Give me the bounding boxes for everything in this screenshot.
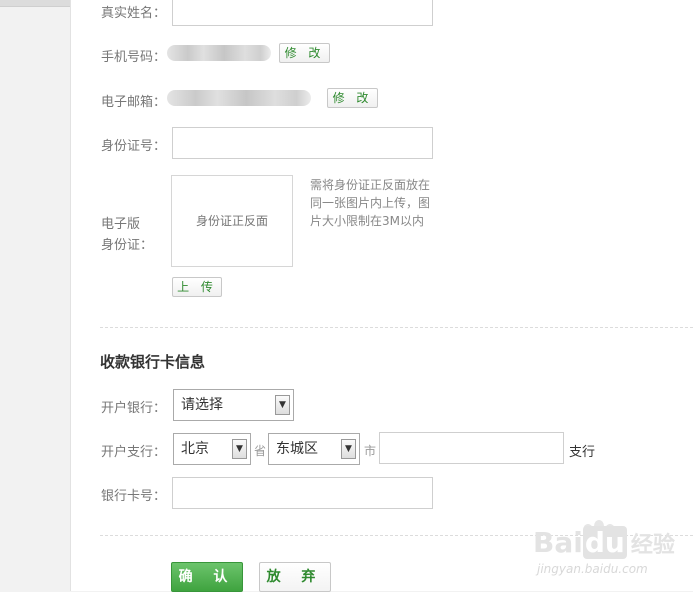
email-value-masked: [167, 90, 311, 106]
chevron-down-icon[interactable]: ▼: [275, 395, 290, 415]
chevron-down-icon[interactable]: ▼: [341, 439, 356, 459]
province-suffix: 省: [254, 444, 267, 458]
baidu-watermark: Baidu 经验 jingyan.baidu.com: [533, 516, 693, 591]
id-number-input[interactable]: [172, 127, 433, 159]
card-number-label: 银行卡号：: [101, 489, 167, 504]
eid-label-line2: 身份证：: [101, 238, 154, 253]
phone-modify-button[interactable]: 修 改: [279, 43, 330, 63]
id-number-label: 身份证号：: [101, 139, 167, 154]
bank-select-value: 请选择: [181, 397, 223, 413]
cancel-button[interactable]: 放 弃: [259, 562, 331, 592]
section-divider: [100, 327, 693, 328]
phone-value-masked: [167, 45, 271, 61]
watermark-brand-b: du: [582, 526, 627, 559]
province-select[interactable]: 北京 ▼: [173, 433, 251, 465]
branch-label: 开户支行：: [101, 445, 167, 460]
chevron-down-icon[interactable]: ▼: [232, 439, 247, 459]
real-name-label: 真实姓名：: [101, 6, 167, 21]
branch-suffix: 支行: [569, 445, 596, 460]
eid-upload-note: 需将身份证正反面放在同一张图片内上传，图片大小限制在3M以内: [310, 178, 431, 228]
upload-button[interactable]: 上 传: [172, 277, 222, 297]
confirm-button[interactable]: 确 认: [171, 562, 243, 592]
bank-section-title: 收款银行卡信息: [100, 353, 206, 371]
card-number-input[interactable]: [172, 477, 433, 509]
branch-input[interactable]: [379, 432, 564, 464]
eid-image-placeholder[interactable]: 身份证正反面: [171, 175, 293, 267]
watermark-brand: Baidu 经验: [533, 526, 675, 559]
email-label: 电子邮箱：: [101, 95, 167, 110]
city-select[interactable]: 东城区 ▼: [268, 433, 360, 465]
city-select-value: 东城区: [276, 441, 318, 457]
phone-label: 手机号码：: [101, 50, 167, 65]
bank-select[interactable]: 请选择 ▼: [173, 389, 294, 421]
watermark-url: jingyan.baidu.com: [537, 562, 648, 576]
bank-label: 开户银行：: [101, 401, 167, 416]
eid-label-line1: 电子版: [101, 217, 141, 232]
province-select-value: 北京: [181, 441, 209, 457]
real-name-input[interactable]: [172, 0, 433, 26]
watermark-brand-c: 经验: [630, 533, 675, 558]
email-modify-button[interactable]: 修 改: [327, 88, 378, 108]
watermark-brand-a: Bai: [533, 526, 583, 559]
eid-placeholder-text: 身份证正反面: [195, 214, 268, 228]
city-suffix: 市: [364, 444, 377, 458]
